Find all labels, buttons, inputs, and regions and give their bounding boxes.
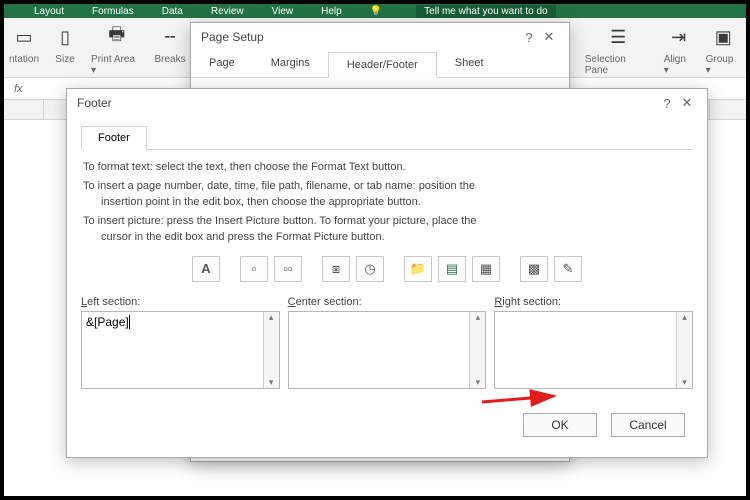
orientation-label: ntation (9, 54, 39, 65)
group-icon[interactable]: ▣ (709, 22, 737, 52)
selection-pane-label: Selection Pane (585, 54, 652, 76)
print-area-label: Print Area ▾ (91, 54, 142, 76)
page-setup-tabs: Page Margins Header/Footer Sheet (191, 51, 569, 78)
file-name-button[interactable]: ▤ (438, 256, 466, 282)
tell-me-search[interactable]: Tell me what you want to do (416, 5, 555, 18)
sheet-name-button[interactable]: ▦ (472, 256, 500, 282)
right-section-label: Right section: (494, 296, 693, 308)
format-text-button[interactable]: A (192, 256, 220, 282)
hint-picture: To insert picture: press the Insert Pict… (83, 214, 693, 246)
right-section-input[interactable]: ▴▾ (494, 311, 693, 389)
center-section-input[interactable]: ▴▾ (288, 311, 487, 389)
breaks-icon[interactable]: ╌ (156, 22, 184, 52)
footer-dialog-title: Footer (77, 96, 657, 110)
breaks-label: Breaks (155, 54, 186, 65)
scrollbar[interactable]: ▴▾ (676, 312, 692, 388)
footer-close-icon[interactable]: ✕ (677, 95, 697, 111)
format-picture-button[interactable]: ✎ (554, 256, 582, 282)
tab-data[interactable]: Data (162, 6, 183, 17)
align-icon[interactable]: ⇥ (665, 22, 693, 52)
left-section-value: &[Page] (86, 315, 129, 329)
help-icon[interactable]: ? (519, 30, 539, 45)
size-label: Size (55, 54, 74, 65)
tab-margins[interactable]: Margins (253, 51, 328, 77)
footer-toolbar: A ▫ ▫▫ ⧆ ◷ 📁 ▤ ▦ ▩ ✎ (81, 256, 693, 282)
page-setup-title: Page Setup (201, 30, 519, 44)
hint-format: To format text: select the text, then ch… (83, 160, 693, 176)
fx-icon: fx (14, 83, 23, 95)
print-area-icon[interactable]: 🖶 (103, 22, 131, 52)
left-section-label: LLeft section:eft section: (81, 296, 280, 308)
tab-formulas[interactable]: Formulas (92, 6, 134, 17)
scrollbar[interactable]: ▴▾ (263, 312, 279, 388)
date-button[interactable]: ⧆ (322, 256, 350, 282)
tab-help[interactable]: Help (321, 6, 342, 17)
file-path-button[interactable]: 📁 (404, 256, 432, 282)
group-label: Group ▾ (706, 54, 741, 76)
footer-dialog: Footer ? ✕ Footer To format text: select… (66, 88, 708, 458)
app-menubar: Layout Formulas Data Review View Help 💡 … (4, 4, 746, 18)
tab-view[interactable]: View (272, 6, 294, 17)
time-button[interactable]: ◷ (356, 256, 384, 282)
orientation-icon[interactable]: ▭ (10, 22, 38, 52)
align-label: Align ▾ (664, 54, 694, 76)
size-icon[interactable]: ▯ (51, 22, 79, 52)
footer-cancel-button[interactable]: Cancel (611, 413, 685, 437)
tab-layout[interactable]: Layout (34, 6, 64, 17)
footer-tab[interactable]: Footer (81, 126, 147, 150)
page-count-button[interactable]: ▫▫ (274, 256, 302, 282)
insert-picture-button[interactable]: ▩ (520, 256, 548, 282)
tab-review[interactable]: Review (211, 6, 244, 17)
center-section-label: Center section: (288, 296, 487, 308)
close-icon[interactable]: ✕ (539, 29, 559, 45)
left-section-input[interactable]: &[Page] ▴▾ (81, 311, 280, 389)
hint-insert: To insert a page number, date, time, fil… (83, 179, 693, 211)
footer-help-icon[interactable]: ? (657, 96, 677, 111)
footer-ok-button[interactable]: OK (523, 413, 597, 437)
tab-sheet[interactable]: Sheet (437, 51, 502, 77)
tab-header-footer[interactable]: Header/Footer (328, 52, 437, 78)
tab-page[interactable]: Page (191, 51, 253, 77)
page-number-button[interactable]: ▫ (240, 256, 268, 282)
scrollbar[interactable]: ▴▾ (469, 312, 485, 388)
selection-pane-icon[interactable]: ☰ (604, 22, 632, 52)
